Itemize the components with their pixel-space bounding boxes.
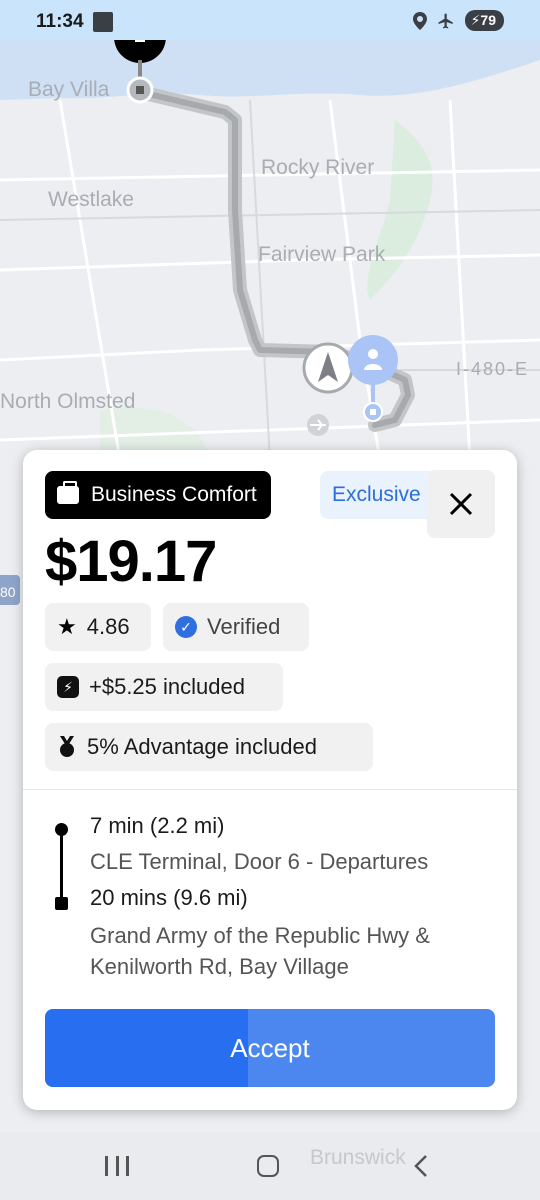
verified-chip: ✓ Verified (163, 603, 309, 651)
map-label-north-olmsted: North Olmsted (0, 390, 136, 413)
verified-check-icon: ✓ (175, 616, 197, 638)
dropoff-square-icon (55, 897, 68, 910)
cast-icon (93, 12, 113, 32)
pickup-eta: 7 min (2.2 mi) (90, 813, 225, 838)
map-label-fairview-park: Fairview Park (258, 243, 386, 266)
fee-included-label: +$5.25 included (89, 674, 245, 699)
dropoff-location: Grand Army of the Republic Hwy & Kenilwo… (90, 923, 430, 979)
verified-label: Verified (207, 614, 281, 639)
system-nav-bar: Brunswick (0, 1132, 540, 1200)
advantage-label: 5% Advantage included (87, 734, 317, 759)
back-button[interactable] (410, 1154, 434, 1178)
close-button[interactable] (427, 470, 495, 538)
map-label-brunswick: Brunswick (310, 1146, 406, 1169)
trip-request-card: Business Comfort Exclusive $19.17 ★ 4.86… (23, 450, 517, 1110)
bolt-icon: ⚡ (57, 676, 79, 698)
map-label-rocky-river: Rocky River (261, 156, 375, 179)
accept-label: Accept (230, 1032, 310, 1063)
home-button[interactable] (257, 1155, 279, 1177)
pickup-location: CLE Terminal, Door 6 - Departures (90, 849, 429, 874)
medal-icon (60, 736, 74, 757)
status-bar: 11:34 ⚡79 (0, 0, 540, 40)
map-label-bay-village: Bay Villa (28, 78, 110, 101)
rider-rating: 4.86 (86, 614, 130, 639)
fare-price: $19.17 (45, 529, 217, 594)
location-icon (412, 11, 427, 30)
route-connector (60, 828, 63, 904)
battery-level: 79 (480, 12, 496, 28)
ride-type-label: Business Comfort (91, 483, 257, 506)
ride-type-badge: Business Comfort (45, 471, 271, 519)
map-label-westlake: Westlake (48, 188, 134, 211)
exclusive-label: Exclusive (332, 483, 421, 506)
map-label-i480: I-480-E (456, 359, 530, 379)
accept-button[interactable]: Accept (45, 1009, 495, 1087)
fee-included-chip: ⚡ +$5.25 included (45, 663, 283, 711)
status-icons: ⚡79 (412, 10, 504, 31)
map-label-i80: 80 (0, 584, 16, 600)
status-time: 11:34 (36, 11, 84, 32)
star-icon: ★ (57, 614, 77, 639)
recents-button[interactable] (105, 1156, 129, 1176)
battery-indicator: ⚡79 (464, 10, 504, 31)
pickup-dot-icon (55, 823, 68, 836)
trip-duration: 20 mins (9.6 mi) (90, 885, 248, 910)
advantage-chip: 5% Advantage included (45, 723, 373, 771)
exclusive-badge: Exclusive (320, 471, 440, 519)
divider (23, 789, 517, 790)
briefcase-icon (57, 481, 79, 504)
airplane-icon (438, 13, 453, 28)
rider-rating-chip: ★ 4.86 (45, 603, 151, 651)
close-icon (449, 492, 473, 516)
